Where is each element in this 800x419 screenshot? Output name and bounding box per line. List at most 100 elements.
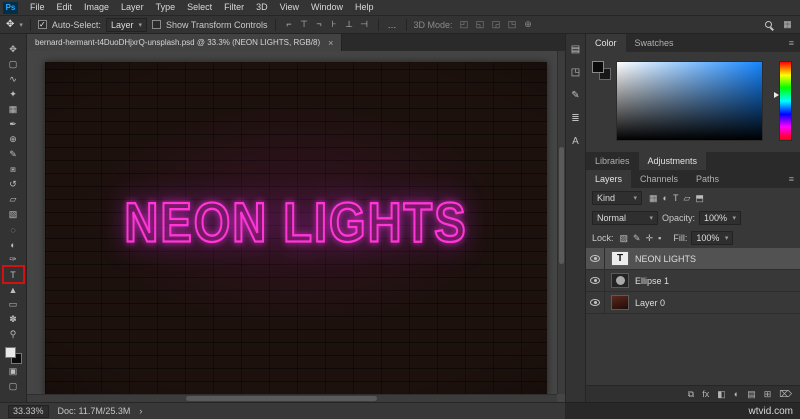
fill-dropdown[interactable]: 100% ▾ xyxy=(691,231,734,245)
tool-screen-mode[interactable]: ▢ xyxy=(4,379,23,394)
layer-row-neon-lights[interactable]: T NEON LIGHTS xyxy=(586,248,800,270)
tab-color[interactable]: Color xyxy=(586,34,626,52)
align-horizontal-centers-icon[interactable]: ⊤ xyxy=(298,19,311,30)
search-icon[interactable] xyxy=(765,21,772,28)
layer-visibility-toggle[interactable] xyxy=(586,292,605,313)
foreground-background-color-swatches[interactable] xyxy=(4,347,22,364)
tool-lasso[interactable]: ∿ xyxy=(4,72,23,87)
filter-type-layers-icon[interactable]: T xyxy=(673,193,679,204)
tool-history-brush[interactable]: ↺ xyxy=(4,177,23,192)
new-layer-icon[interactable]: ⊞ xyxy=(764,389,772,400)
lock-image-icon[interactable]: ✎ xyxy=(633,233,641,244)
layer-filter-kind-dropdown[interactable]: Kind ▾ xyxy=(592,191,642,205)
tool-brush[interactable]: ✎ xyxy=(4,147,23,162)
3d-scale-icon[interactable]: ⊕ xyxy=(522,19,535,30)
menu-item-type[interactable]: Type xyxy=(150,0,182,15)
filter-smart-objects-icon[interactable]: ⬒ xyxy=(695,193,704,204)
tool-eyedropper[interactable]: ✒ xyxy=(4,117,23,132)
opacity-dropdown[interactable]: 100% ▾ xyxy=(699,211,742,225)
align-left-edges-icon[interactable]: ⌐ xyxy=(283,19,296,30)
vertical-scrollbar[interactable] xyxy=(557,51,565,394)
tool-crop[interactable]: ▦ xyxy=(4,102,23,117)
tool-dodge[interactable]: ◐ xyxy=(4,237,23,252)
tab-swatches[interactable]: Swatches xyxy=(626,34,683,52)
layer-row-layer-0[interactable]: Layer 0 xyxy=(586,292,800,314)
menu-item-3d[interactable]: 3D xyxy=(250,0,274,15)
tool-hand[interactable]: ✽ xyxy=(4,312,23,327)
3d-slide-icon[interactable]: ◳ xyxy=(506,19,519,30)
vertical-scrollbar-thumb[interactable] xyxy=(559,147,564,264)
layer-effects-icon[interactable]: fx xyxy=(702,389,709,399)
panel-foreground-swatch[interactable] xyxy=(592,61,604,73)
auto-select-checkbox[interactable]: ✓ xyxy=(37,20,47,29)
menu-item-edit[interactable]: Edit xyxy=(51,0,79,15)
menu-item-select[interactable]: Select xyxy=(181,0,218,15)
workspace-switcher-icon[interactable]: ▦ xyxy=(781,19,794,30)
tool-eraser[interactable]: ▱ xyxy=(4,192,23,207)
blend-mode-dropdown[interactable]: Normal ▾ xyxy=(592,211,658,225)
menu-item-help[interactable]: Help xyxy=(349,0,380,15)
panel-menu-icon[interactable]: ≡ xyxy=(783,34,800,52)
character-panel-icon[interactable]: A xyxy=(572,136,579,147)
show-transform-controls-checkbox[interactable] xyxy=(151,20,161,29)
panel-fg-bg-swatches[interactable] xyxy=(592,61,611,80)
delete-layer-icon[interactable]: ⌦ xyxy=(779,389,792,400)
tool-blur[interactable]: ◌ xyxy=(4,222,23,237)
properties-panel-icon[interactable]: ◳ xyxy=(571,67,580,78)
hue-slider-handle[interactable] xyxy=(774,92,779,98)
tool-gradient[interactable]: ▧ xyxy=(4,207,23,222)
menu-item-layer[interactable]: Layer xyxy=(115,0,150,15)
menu-item-filter[interactable]: Filter xyxy=(218,0,250,15)
filter-shape-layers-icon[interactable]: ▱ xyxy=(683,193,690,204)
menu-item-view[interactable]: View xyxy=(274,0,305,15)
align-top-edges-icon[interactable]: ⊦ xyxy=(328,19,341,30)
brush-settings-panel-icon[interactable]: ✎ xyxy=(571,90,579,101)
tab-libraries[interactable]: Libraries xyxy=(586,152,639,170)
tab-paths[interactable]: Paths xyxy=(687,170,728,188)
3d-rotate-icon[interactable]: ◰ xyxy=(458,19,471,30)
tool-move[interactable]: ✥ xyxy=(4,42,23,57)
tool-zoom[interactable]: ⚲ xyxy=(4,327,23,342)
auto-select-dropdown[interactable]: Layer ▾ xyxy=(105,17,147,32)
layer-row-ellipse-1[interactable]: Ellipse 1 xyxy=(586,270,800,292)
3d-drag-icon[interactable]: ◲ xyxy=(490,19,503,30)
layer-thumbnail[interactable]: T xyxy=(611,251,629,266)
tool-path-selection[interactable]: ▲ xyxy=(4,282,23,297)
tool-spot-healing-brush[interactable]: ⊕ xyxy=(4,132,23,147)
tool-rectangular-marquee[interactable]: ▢ xyxy=(4,57,23,72)
filter-adjustment-layers-icon[interactable]: ◐ xyxy=(663,193,668,204)
layer-thumbnail[interactable] xyxy=(611,295,629,310)
layer-visibility-toggle[interactable] xyxy=(586,270,605,291)
layer-thumbnail[interactable] xyxy=(611,273,629,288)
lock-position-icon[interactable]: ✛ xyxy=(646,233,654,244)
adjustment-layer-icon[interactable]: ◐ xyxy=(734,389,739,399)
lock-transparency-icon[interactable]: ▨ xyxy=(620,233,629,244)
status-chevron-icon[interactable]: › xyxy=(139,406,142,416)
menu-item-image[interactable]: Image xyxy=(78,0,115,15)
3d-roll-icon[interactable]: ◱ xyxy=(474,19,487,30)
foreground-color-swatch[interactable] xyxy=(4,347,16,358)
new-group-icon[interactable]: ▤ xyxy=(747,389,756,400)
tool-clone-stamp[interactable]: ⧆ xyxy=(4,162,23,177)
zoom-level-field[interactable]: 33.33% xyxy=(8,404,49,418)
paragraph-panel-icon[interactable]: ≣ xyxy=(571,113,579,124)
tab-channels[interactable]: Channels xyxy=(631,170,687,188)
layer-mask-icon[interactable]: ◧ xyxy=(717,389,726,400)
more-options-icon[interactable]: … xyxy=(386,20,399,30)
canvas-pasteboard[interactable]: NEON LIGHTS xyxy=(27,51,565,402)
menu-item-window[interactable]: Window xyxy=(305,0,349,15)
layer-visibility-toggle[interactable] xyxy=(586,248,605,269)
menu-item-file[interactable]: File xyxy=(24,0,51,15)
tool-horizontal-type[interactable]: T xyxy=(4,267,23,282)
align-vertical-centers-icon[interactable]: ⊥ xyxy=(343,19,356,30)
color-saturation-field[interactable] xyxy=(616,61,763,141)
link-layers-icon[interactable]: ⧉ xyxy=(688,389,694,400)
tab-adjustments[interactable]: Adjustments xyxy=(638,152,707,170)
align-bottom-edges-icon[interactable]: ⊣ xyxy=(358,19,371,30)
document-tab[interactable]: bernard-hermant-t4DuoDHjxrQ-unsplash.psd… xyxy=(27,34,343,51)
layers-panel-menu-icon[interactable]: ≡ xyxy=(783,170,800,188)
tool-preset-caret-icon[interactable]: ▾ xyxy=(19,21,23,29)
align-right-edges-icon[interactable]: ¬ xyxy=(313,19,326,30)
tool-rectangle[interactable]: ▭ xyxy=(4,297,23,312)
filter-pixel-layers-icon[interactable]: ▦ xyxy=(649,193,658,204)
